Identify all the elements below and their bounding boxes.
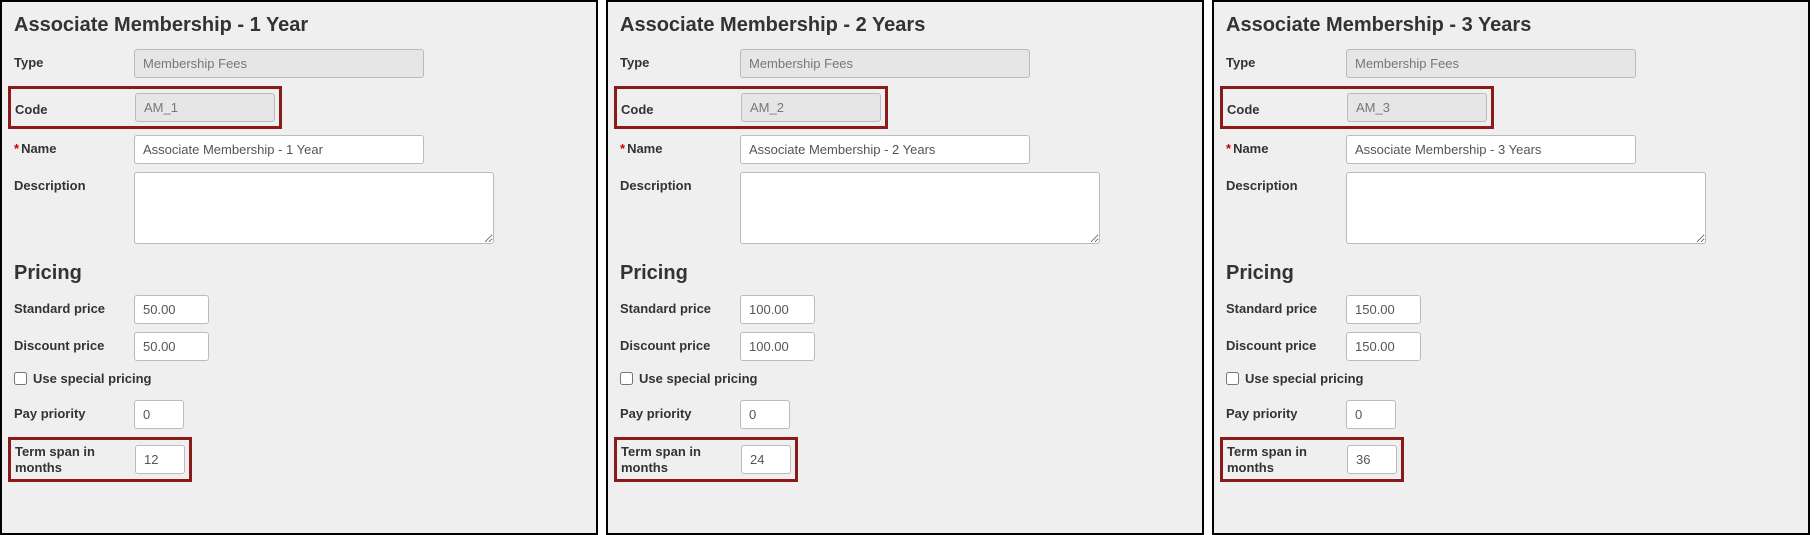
pricing-heading: Pricing bbox=[620, 262, 1190, 285]
standard-price-row: Standard price bbox=[14, 295, 584, 324]
code-field[interactable] bbox=[135, 93, 275, 122]
term-span-label: Term span in months bbox=[1227, 444, 1347, 475]
description-row: Description bbox=[14, 172, 584, 244]
pay-priority-row: Pay priority bbox=[1226, 400, 1796, 429]
pay-priority-row: Pay priority bbox=[620, 400, 1190, 429]
standard-price-row: Standard price bbox=[620, 295, 1190, 324]
pay-priority-field[interactable] bbox=[1346, 400, 1396, 429]
use-special-pricing-checkbox[interactable] bbox=[1226, 372, 1239, 385]
name-row: *Name bbox=[14, 135, 584, 164]
standard-price-field[interactable] bbox=[740, 295, 815, 324]
description-row: Description bbox=[1226, 172, 1796, 244]
type-label: Type bbox=[1226, 49, 1346, 70]
term-span-row-highlight: Term span in months bbox=[8, 437, 192, 482]
code-field[interactable] bbox=[1347, 93, 1487, 122]
code-row-highlight: Code bbox=[1220, 86, 1494, 129]
use-special-pricing-row[interactable]: Use special pricing bbox=[1226, 371, 1796, 386]
use-special-pricing-label: Use special pricing bbox=[1245, 371, 1364, 386]
description-label: Description bbox=[1226, 172, 1346, 193]
pricing-heading: Pricing bbox=[1226, 262, 1796, 285]
use-special-pricing-row[interactable]: Use special pricing bbox=[620, 371, 1190, 386]
pricing-heading: Pricing bbox=[14, 262, 584, 285]
name-label-text: Name bbox=[21, 141, 56, 156]
name-field[interactable] bbox=[134, 135, 424, 164]
pay-priority-label: Pay priority bbox=[1226, 400, 1346, 421]
name-row: *Name bbox=[620, 135, 1190, 164]
code-field[interactable] bbox=[741, 93, 881, 122]
panel-title: Associate Membership - 2 Years bbox=[620, 14, 1190, 37]
membership-panel-3yr: Associate Membership - 3 Years Type Code… bbox=[1212, 0, 1810, 535]
description-row: Description bbox=[620, 172, 1190, 244]
type-field bbox=[740, 49, 1030, 78]
code-row-highlight: Code bbox=[8, 86, 282, 129]
term-span-label: Term span in months bbox=[621, 444, 741, 475]
standard-price-field[interactable] bbox=[134, 295, 209, 324]
pay-priority-field[interactable] bbox=[740, 400, 790, 429]
discount-price-field[interactable] bbox=[740, 332, 815, 361]
name-label: *Name bbox=[14, 135, 134, 156]
use-special-pricing-checkbox[interactable] bbox=[14, 372, 27, 385]
discount-price-row: Discount price bbox=[620, 332, 1190, 361]
pay-priority-label: Pay priority bbox=[620, 400, 740, 421]
discount-price-row: Discount price bbox=[14, 332, 584, 361]
type-row: Type bbox=[1226, 49, 1796, 78]
panel-title: Associate Membership - 3 Years bbox=[1226, 14, 1796, 37]
discount-price-row: Discount price bbox=[1226, 332, 1796, 361]
name-row: *Name bbox=[1226, 135, 1796, 164]
description-label: Description bbox=[14, 172, 134, 193]
description-field[interactable] bbox=[134, 172, 494, 244]
description-label: Description bbox=[620, 172, 740, 193]
panel-title: Associate Membership - 1 Year bbox=[14, 14, 584, 37]
type-row: Type bbox=[14, 49, 584, 78]
discount-price-label: Discount price bbox=[620, 332, 740, 353]
discount-price-label: Discount price bbox=[14, 332, 134, 353]
use-special-pricing-label: Use special pricing bbox=[639, 371, 758, 386]
type-label: Type bbox=[14, 49, 134, 70]
code-label: Code bbox=[621, 98, 741, 117]
discount-price-field[interactable] bbox=[1346, 332, 1421, 361]
membership-panel-2yr: Associate Membership - 2 Years Type Code… bbox=[606, 0, 1204, 535]
use-special-pricing-row[interactable]: Use special pricing bbox=[14, 371, 584, 386]
name-label-text: Name bbox=[1233, 141, 1268, 156]
type-field bbox=[1346, 49, 1636, 78]
name-field[interactable] bbox=[1346, 135, 1636, 164]
discount-price-field[interactable] bbox=[134, 332, 209, 361]
standard-price-field[interactable] bbox=[1346, 295, 1421, 324]
code-row-highlight: Code bbox=[614, 86, 888, 129]
name-label-text: Name bbox=[627, 141, 662, 156]
term-span-field[interactable] bbox=[1347, 445, 1397, 474]
type-field bbox=[134, 49, 424, 78]
code-label: Code bbox=[15, 98, 135, 117]
name-label: *Name bbox=[1226, 135, 1346, 156]
term-span-row-highlight: Term span in months bbox=[614, 437, 798, 482]
standard-price-row: Standard price bbox=[1226, 295, 1796, 324]
type-row: Type bbox=[620, 49, 1190, 78]
term-span-row-highlight: Term span in months bbox=[1220, 437, 1404, 482]
term-span-label: Term span in months bbox=[15, 444, 135, 475]
standard-price-label: Standard price bbox=[1226, 295, 1346, 316]
name-field[interactable] bbox=[740, 135, 1030, 164]
use-special-pricing-checkbox[interactable] bbox=[620, 372, 633, 385]
description-field[interactable] bbox=[1346, 172, 1706, 244]
code-label: Code bbox=[1227, 98, 1347, 117]
use-special-pricing-label: Use special pricing bbox=[33, 371, 152, 386]
membership-panel-1yr: Associate Membership - 1 Year Type Code … bbox=[0, 0, 598, 535]
description-field[interactable] bbox=[740, 172, 1100, 244]
term-span-field[interactable] bbox=[741, 445, 791, 474]
standard-price-label: Standard price bbox=[620, 295, 740, 316]
name-label: *Name bbox=[620, 135, 740, 156]
discount-price-label: Discount price bbox=[1226, 332, 1346, 353]
term-span-field[interactable] bbox=[135, 445, 185, 474]
type-label: Type bbox=[620, 49, 740, 70]
pay-priority-field[interactable] bbox=[134, 400, 184, 429]
pay-priority-label: Pay priority bbox=[14, 400, 134, 421]
standard-price-label: Standard price bbox=[14, 295, 134, 316]
pay-priority-row: Pay priority bbox=[14, 400, 584, 429]
